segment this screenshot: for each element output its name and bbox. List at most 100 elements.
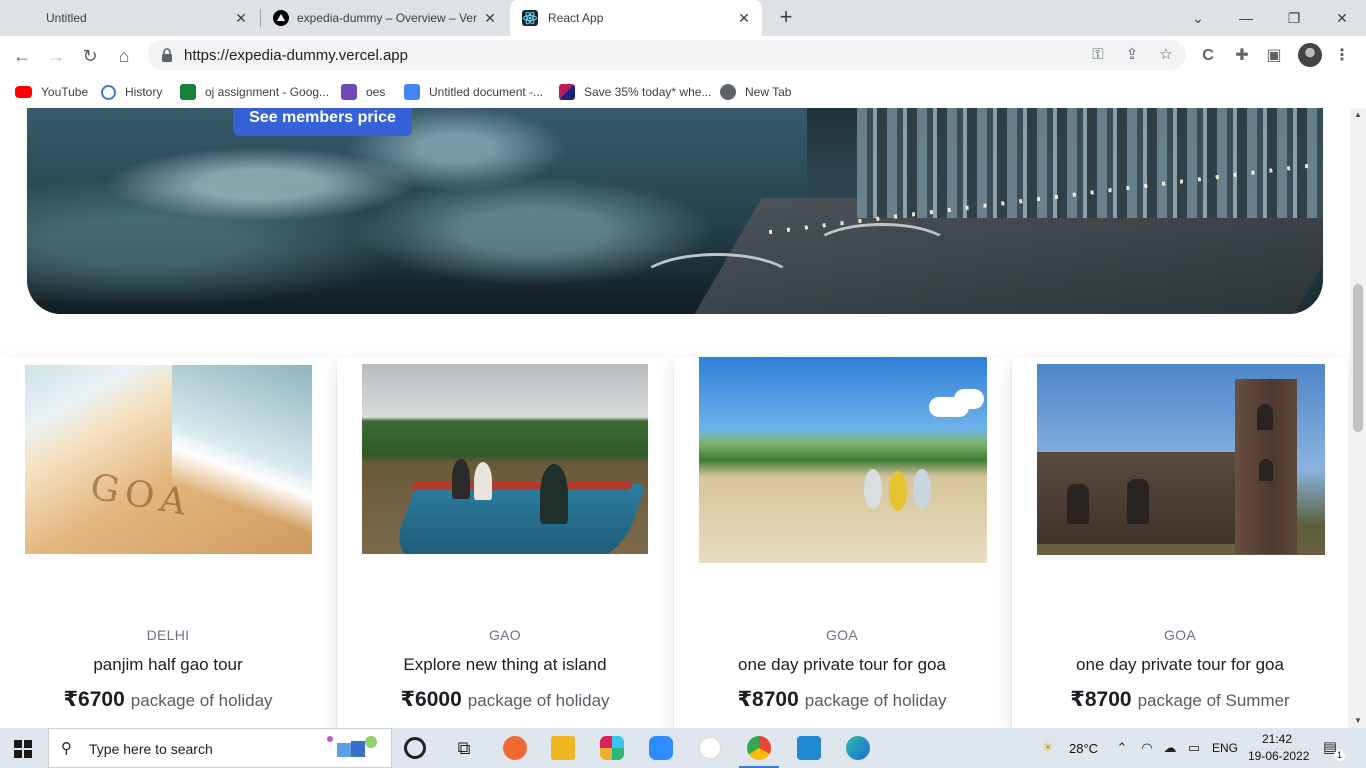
page-viewport: See members price GOA DELHI panjim half … [0, 108, 1350, 728]
card-city: GAO [488, 627, 522, 643]
tower-arch [1257, 404, 1273, 430]
slack-icon[interactable] [600, 736, 624, 760]
share-icon[interactable]: ⇪ [1122, 45, 1142, 65]
bookmark-label: History [125, 85, 163, 99]
bookmark-label: Untitled document -... [429, 85, 544, 99]
file-explorer-icon[interactable] [551, 736, 575, 760]
boat-rim [410, 482, 634, 490]
minimize-icon[interactable]: — [1234, 6, 1258, 30]
window-close-icon[interactable]: ✕ [1330, 6, 1354, 30]
side-panel-icon[interactable]: ▣ [1262, 44, 1286, 68]
zoom-icon[interactable] [649, 736, 673, 760]
close-icon[interactable]: ✕ [736, 10, 752, 26]
card-price-row: ₹8700 package of Summer [1012, 687, 1348, 712]
cortana-icon[interactable] [404, 737, 426, 759]
clock-date[interactable]: 19-06-2022 [1248, 749, 1309, 763]
close-icon[interactable]: ✕ [233, 10, 249, 26]
chrome-icon[interactable] [739, 736, 779, 768]
scroll-thumb[interactable] [1353, 284, 1363, 432]
person [540, 464, 568, 524]
restore-icon[interactable]: ❐ [1282, 6, 1306, 30]
bookmark-history[interactable]: History [101, 81, 162, 103]
tour-card[interactable]: GOA one day private tour for goa ₹8700 pa… [674, 357, 1010, 728]
task-view-icon[interactable]: ⧉ [452, 736, 476, 760]
search-placeholder: Type here to search [89, 741, 213, 757]
card-price-row: ₹6000 package of holiday [337, 687, 673, 712]
puzzle-icon[interactable]: ✚ [1230, 44, 1254, 68]
card-description: package of holiday [467, 691, 610, 710]
menu-kebab-icon[interactable]: ⋮ [1330, 44, 1354, 68]
bookmark-oes[interactable]: oes [341, 81, 385, 103]
card-title: Explore new thing at island [403, 655, 607, 674]
card-price: ₹8700 [737, 688, 799, 711]
edge-icon[interactable] [846, 736, 870, 760]
tab-title: expedia-dummy – Overview – Vercel [297, 11, 477, 25]
lock-icon[interactable] [160, 47, 174, 63]
kayak [889, 471, 907, 511]
network-icon[interactable]: ◠ [1139, 740, 1155, 756]
extension-c-icon[interactable]: C [1196, 44, 1220, 68]
card-price-row: ₹8700 package of holiday [674, 687, 1010, 712]
bookmark-youtube[interactable]: YouTube [15, 81, 88, 103]
onedrive-icon[interactable]: ☁ [1162, 740, 1178, 756]
tab-vercel-overview[interactable]: expedia-dummy – Overview – Vercel ✕ [262, 0, 508, 36]
wall-arch [1127, 479, 1149, 524]
tour-card[interactable]: GOA DELHI panjim half gao tour ₹6700 pack… [0, 357, 336, 728]
history-icon [101, 84, 116, 100]
windows-start-icon[interactable] [14, 740, 32, 758]
profile-avatar[interactable] [1298, 43, 1322, 67]
tour-card[interactable]: GOA one day private tour for goa ₹8700 pa… [1012, 357, 1348, 728]
card-price-row: ₹6700 package of holiday [0, 687, 336, 712]
tab-react-app[interactable]: React App ✕ [510, 0, 762, 36]
url-text[interactable]: https://expedia-dummy.vercel.app [184, 47, 408, 64]
taskbar-search[interactable]: ⚲ Type here to search [48, 728, 392, 768]
search-icon: ⚲ [61, 740, 72, 757]
search-highlight-icon [327, 736, 377, 757]
scroll-up-icon[interactable]: ▲ [1350, 108, 1366, 122]
kayak [864, 469, 882, 509]
tour-card[interactable]: GAO Explore new thing at island ₹6000 pac… [337, 357, 673, 728]
card-city: DELHI [146, 627, 190, 643]
see-members-price-button[interactable]: See members price [233, 108, 412, 136]
back-arrow-icon[interactable]: ← [10, 44, 34, 68]
language-indicator[interactable]: ENG [1212, 741, 1238, 755]
battery-icon[interactable]: ▭ [1186, 740, 1202, 756]
cloud [954, 389, 984, 409]
tab-search-chevron-icon[interactable]: ⌄ [1186, 6, 1210, 30]
bookmark-save-35[interactable]: Save 35% today* whe... [559, 81, 711, 103]
card-title: one day private tour for goa [738, 655, 946, 674]
bookmark-label: New Tab [745, 85, 792, 99]
page-scrollbar[interactable]: ▲ ▼ [1350, 108, 1366, 728]
tray-chevron-icon[interactable]: ⌃ [1114, 740, 1130, 756]
bookmark-new-tab[interactable]: New Tab [720, 81, 791, 103]
swift-app-icon[interactable] [503, 736, 527, 760]
tab-title: Untitled [46, 11, 87, 25]
globe-icon [720, 84, 736, 100]
temperature[interactable]: 28°C [1069, 741, 1098, 756]
reload-icon[interactable]: ↻ [78, 44, 102, 68]
card-description: package of Summer [1137, 691, 1290, 710]
wall-arch [1067, 484, 1089, 524]
close-icon[interactable]: ✕ [482, 10, 498, 26]
bookmark-untitled-document[interactable]: Untitled document -... [404, 81, 543, 103]
forms-icon [341, 84, 357, 100]
key-icon[interactable]: ⚿ [1088, 45, 1108, 65]
tab-untitled[interactable]: Untitled ✕ [0, 0, 259, 36]
star-icon[interactable]: ☆ [1156, 45, 1176, 65]
new-tab-plus-icon[interactable]: + [774, 6, 798, 30]
card-price: ₹6000 [400, 688, 462, 711]
card-description: package of holiday [804, 691, 947, 710]
weather-icon[interactable]: ☀ [1040, 740, 1056, 756]
scroll-down-icon[interactable]: ▼ [1350, 714, 1366, 728]
tower-arch [1259, 459, 1273, 481]
hero-wall [857, 108, 1323, 218]
address-bar[interactable]: https://expedia-dummy.vercel.app ⚿ ⇪ ☆ [148, 40, 1186, 70]
card-city: GOA [825, 627, 859, 643]
bookmark-oj-assignment[interactable]: oj assignment - Goog... [180, 81, 329, 103]
vscode-icon[interactable] [797, 736, 821, 760]
forward-arrow-icon[interactable]: → [44, 44, 68, 68]
clock-time[interactable]: 21:42 [1262, 732, 1292, 746]
mongodb-icon[interactable] [698, 736, 722, 760]
home-icon[interactable]: ⌂ [112, 44, 136, 68]
tab-strip: Untitled ✕ expedia-dummy – Overview – Ve… [0, 0, 1366, 36]
